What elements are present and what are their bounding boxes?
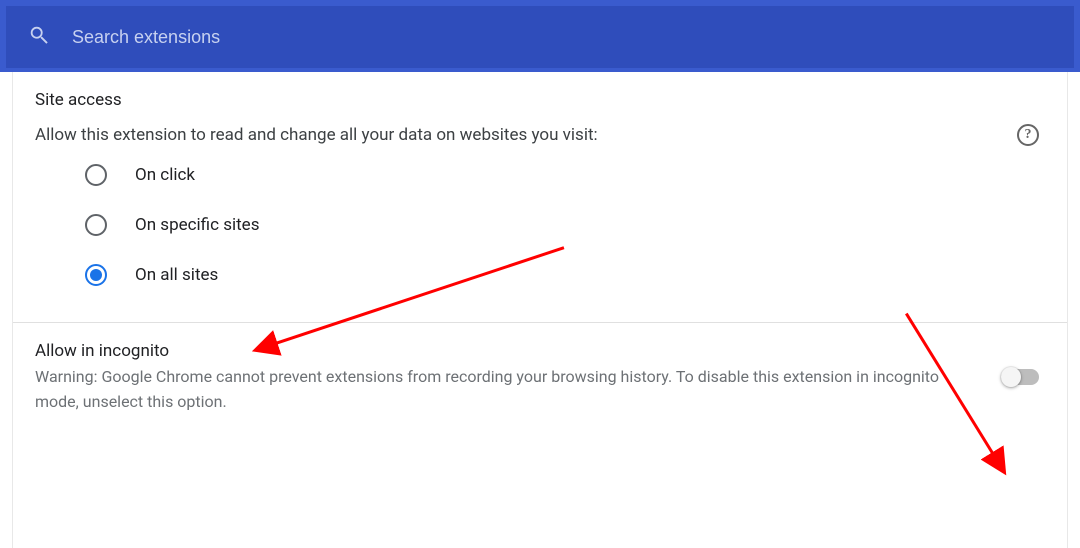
radio-icon (85, 214, 107, 236)
radio-on-specific-sites[interactable]: On specific sites (35, 200, 1039, 250)
radio-label: On click (135, 165, 195, 185)
topbar (0, 0, 1080, 72)
site-access-section: Site access Allow this extension to read… (13, 72, 1067, 322)
search-input[interactable] (72, 27, 1052, 48)
site-access-description: Allow this extension to read and change … (35, 125, 598, 145)
radio-on-click[interactable]: On click (35, 150, 1039, 200)
incognito-warning: Warning: Google Chrome cannot prevent ex… (35, 365, 981, 415)
settings-card: Site access Allow this extension to read… (12, 72, 1068, 548)
help-icon[interactable]: ? (1017, 124, 1039, 146)
incognito-toggle[interactable] (1001, 369, 1039, 385)
radio-icon (85, 264, 107, 286)
radio-label: On specific sites (135, 215, 259, 235)
search-icon (28, 24, 50, 50)
radio-icon (85, 164, 107, 186)
incognito-title: Allow in incognito (35, 341, 981, 361)
radio-label: On all sites (135, 265, 218, 285)
incognito-section: Allow in incognito Warning: Google Chrom… (13, 322, 1067, 437)
search-bar[interactable] (6, 6, 1074, 68)
radio-on-all-sites[interactable]: On all sites (35, 250, 1039, 300)
site-access-title: Site access (35, 90, 1039, 110)
